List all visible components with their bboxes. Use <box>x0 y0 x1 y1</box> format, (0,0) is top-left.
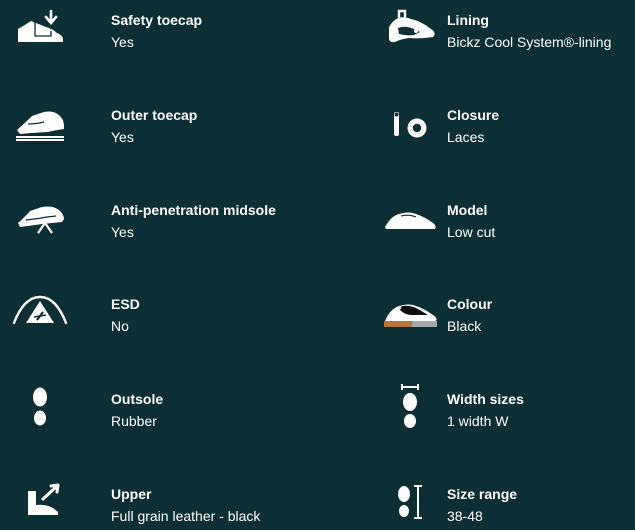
feature-value: No <box>111 318 129 334</box>
feature-value: Yes <box>111 34 134 50</box>
feature-text: Colour Black <box>447 296 635 334</box>
feature-value: Black <box>447 318 482 334</box>
feature-label: Lining <box>447 12 489 28</box>
feature-value: Yes <box>111 224 134 240</box>
feature-text: ESD No <box>111 296 301 334</box>
feature-outer-toecap: Outer toecap Yes <box>5 95 305 151</box>
safety-toecap-icon <box>5 0 75 56</box>
esd-icon <box>5 284 75 340</box>
feature-label: Model <box>447 202 488 218</box>
feature-label: Width sizes <box>447 391 524 407</box>
feature-value: Low cut <box>447 224 496 240</box>
model-icon <box>375 190 445 246</box>
feature-label: Size range <box>447 486 518 502</box>
feature-value: Full grain leather - black <box>111 508 261 524</box>
closure-icon <box>375 95 445 151</box>
feature-value: 1 width W <box>447 413 509 429</box>
feature-text: Outer toecap Yes <box>111 107 301 145</box>
outsole-icon <box>5 379 75 435</box>
feature-text: Upper Full grain leather - black <box>111 486 301 524</box>
outer-toecap-icon <box>5 95 75 151</box>
feature-value: Bickz Cool System®-lining <box>447 34 612 50</box>
feature-text: Lining Bickz Cool System®-lining <box>447 12 635 50</box>
feature-size-range: Size range 38-48 <box>375 474 635 530</box>
upper-icon <box>5 474 75 530</box>
feature-text: Width sizes 1 width W <box>447 391 635 429</box>
size-range-icon <box>375 474 445 530</box>
lining-icon <box>375 0 445 56</box>
feature-label: Colour <box>447 296 493 312</box>
feature-grid: Safety toecap Yes Lining Bickz Cool Syst… <box>0 0 635 524</box>
feature-label: Outsole <box>111 391 164 407</box>
feature-text: Anti-penetration midsole Yes <box>111 202 301 240</box>
feature-label: Closure <box>447 107 500 123</box>
midsole-icon <box>5 190 75 246</box>
feature-text: Safety toecap Yes <box>111 12 301 50</box>
feature-upper: Upper Full grain leather - black <box>5 474 305 530</box>
feature-esd: ESD No <box>5 284 305 340</box>
feature-value: Rubber <box>111 413 157 429</box>
feature-label: Outer toecap <box>111 107 198 123</box>
feature-label: ESD <box>111 296 140 312</box>
feature-value: 38-48 <box>447 508 483 524</box>
feature-label: Safety toecap <box>111 12 203 28</box>
feature-label: Upper <box>111 486 152 502</box>
feature-anti-penetration-midsole: Anti-penetration midsole Yes <box>5 190 305 246</box>
feature-lining: Lining Bickz Cool System®-lining <box>375 0 635 56</box>
feature-colour: Colour Black <box>375 284 635 340</box>
feature-label: Anti-penetration midsole <box>111 202 276 218</box>
feature-safety-toecap: Safety toecap Yes <box>5 0 305 56</box>
feature-value: Yes <box>111 129 134 145</box>
feature-text: Outsole Rubber <box>111 391 301 429</box>
feature-text: Model Low cut <box>447 202 635 240</box>
feature-text: Closure Laces <box>447 107 635 145</box>
feature-text: Size range 38-48 <box>447 486 635 524</box>
feature-outsole: Outsole Rubber <box>5 379 305 435</box>
width-sizes-icon <box>375 379 445 435</box>
feature-value: Laces <box>447 129 485 145</box>
feature-width-sizes: Width sizes 1 width W <box>375 379 635 435</box>
feature-model: Model Low cut <box>375 190 635 246</box>
colour-icon <box>375 284 445 340</box>
feature-closure: Closure Laces <box>375 95 635 151</box>
